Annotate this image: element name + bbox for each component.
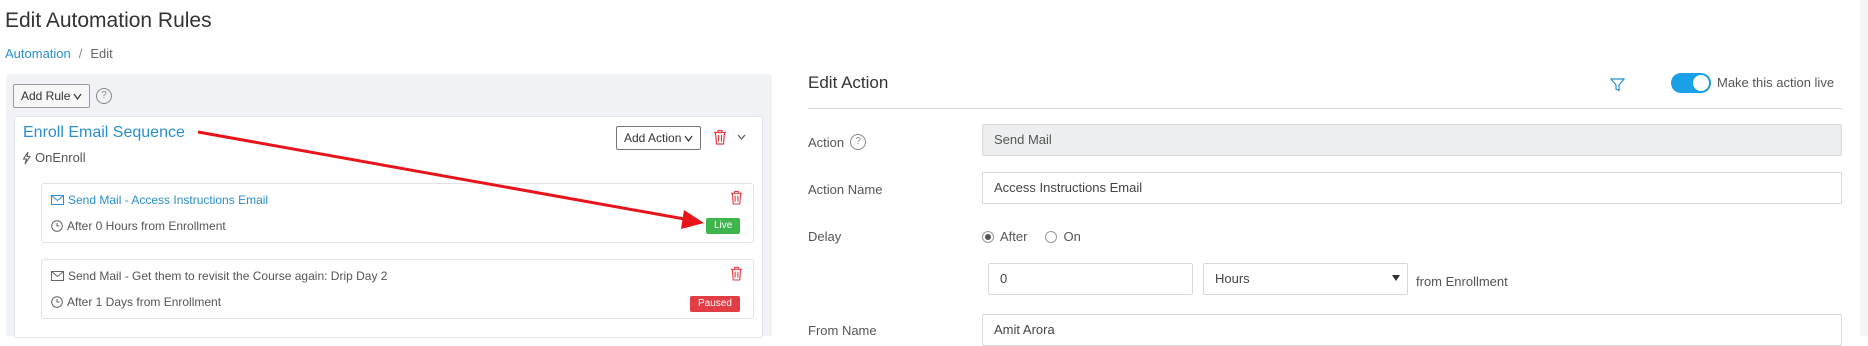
annotation-arrow bbox=[197, 130, 704, 229]
